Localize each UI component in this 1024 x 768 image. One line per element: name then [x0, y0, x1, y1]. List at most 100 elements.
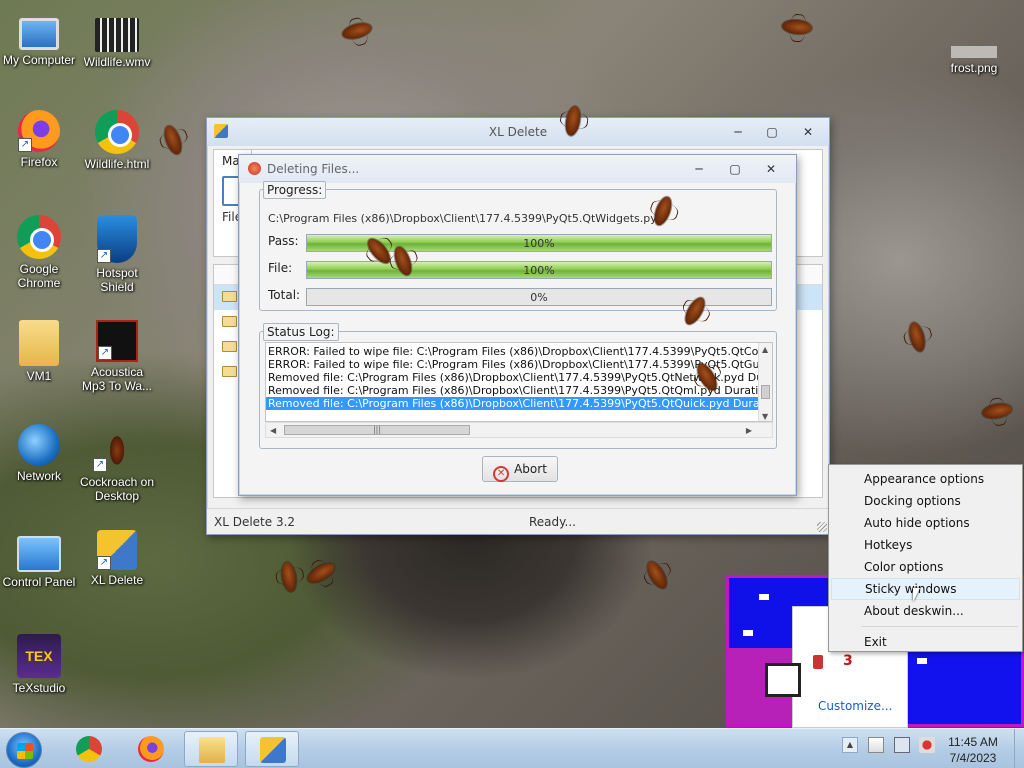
log-line[interactable]: Removed file: C:\Program Files (x86)\Dro…	[266, 384, 772, 397]
close-button[interactable]: ✕	[758, 160, 784, 178]
show-hidden-icons-button[interactable]: ▲	[842, 737, 858, 753]
resize-grip-icon[interactable]	[817, 522, 827, 532]
abort-button[interactable]: ✕ Abort	[482, 456, 558, 482]
status-bar: XL Delete 3.2 Ready...	[207, 508, 829, 534]
taskbar-firefox-button[interactable]	[124, 731, 178, 767]
menu-item-exit[interactable]: Exit	[831, 631, 1020, 653]
vertical-scroll-thumb[interactable]	[761, 385, 770, 399]
mouse-cursor-icon	[913, 588, 920, 602]
desktop-icon-cockroach[interactable]: ↗ Cockroach on Desktop	[78, 424, 156, 503]
deskwin-badge: 3	[843, 653, 853, 669]
desktop-icon-label: Hotspot Shield	[96, 266, 138, 294]
desktop-icon-control-panel[interactable]: Control Panel	[0, 530, 78, 589]
total-label: Total:	[268, 288, 301, 302]
desktop-icon-vm1[interactable]: VM1	[0, 320, 78, 383]
xl-delete-icon	[260, 737, 286, 763]
action-center-flag-icon[interactable]	[867, 737, 884, 753]
desktop-icon-frost[interactable]: frost.png	[935, 22, 1013, 75]
progress-group-label: Progress:	[263, 181, 327, 199]
status-log-group: Status Log: ERROR: Failed to wipe file: …	[259, 323, 777, 449]
desktop-icon-wildlife-wmv[interactable]: Wildlife.wmv	[78, 10, 156, 69]
control-panel-icon	[17, 536, 61, 572]
scroll-left-icon[interactable]: ◀	[270, 426, 276, 435]
desktop-icon-my-computer[interactable]: My Computer	[0, 10, 78, 67]
show-desktop-button[interactable]	[1014, 729, 1024, 768]
menu-separator	[861, 626, 1018, 627]
fire-icon	[248, 162, 261, 175]
maximize-button[interactable]: ▢	[759, 123, 785, 141]
network-tray-icon[interactable]	[893, 737, 910, 753]
scroll-right-icon[interactable]: ▶	[746, 426, 752, 435]
texstudio-icon: TEX	[17, 634, 61, 678]
desktop-icon-acoustica[interactable]: ↗ Acoustica Mp3 To Wa...	[78, 320, 156, 393]
red-shield-icon	[813, 655, 823, 669]
desktop-icon-label: Firefox	[20, 155, 58, 169]
deskwin-window-thumb	[917, 658, 927, 664]
network-icon	[18, 424, 60, 466]
desktop-icon-hotspot-shield[interactable]: ↗ Hotspot Shield	[78, 215, 156, 294]
desktop-icon-label: My Computer	[2, 53, 76, 67]
scroll-down-icon[interactable]: ▼	[762, 412, 768, 421]
folder-icon	[222, 316, 237, 327]
image-file-icon	[951, 46, 997, 58]
taskbar-xl-delete-button[interactable]	[245, 731, 299, 767]
start-button[interactable]	[6, 732, 42, 768]
status-version: XL Delete 3.2	[214, 515, 296, 529]
deleting-files-dialog: Deleting Files... ─ ▢ ✕ Progress: C:\Pro…	[238, 154, 797, 496]
desktop-icon-network[interactable]: Network	[0, 424, 78, 483]
desktop-icon-firefox[interactable]: ↗ Firefox	[0, 110, 78, 169]
log-line-selected[interactable]: Removed file: C:\Program Files (x86)\Dro…	[266, 397, 772, 410]
desktop-icon-xl-delete[interactable]: ↗ XL Delete	[78, 530, 156, 587]
desktop-icon-label: Wildlife.wmv	[83, 55, 151, 69]
close-button[interactable]: ✕	[795, 123, 821, 141]
scroll-up-icon[interactable]: ▲	[762, 345, 768, 354]
shortcut-arrow-icon: ↗	[97, 556, 111, 570]
log-line[interactable]: ERROR: Failed to wipe file: C:\Program F…	[266, 345, 772, 358]
acoustica-icon: ↗	[96, 320, 138, 362]
menu-item-auto-hide-options[interactable]: Auto hide options	[831, 512, 1020, 534]
menu-item-docking-options[interactable]: Docking options	[831, 490, 1020, 512]
minimize-button[interactable]: ─	[686, 160, 712, 178]
horizontal-scroll-thumb[interactable]: |||	[284, 425, 470, 435]
status-text: Ready...	[529, 515, 576, 529]
folder-icon	[222, 341, 237, 352]
folder-icon	[222, 366, 237, 377]
maximize-button[interactable]: ▢	[722, 160, 748, 178]
dialog-titlebar[interactable]: Deleting Files... ─ ▢ ✕	[239, 155, 796, 183]
clock-time: 11:45 AM	[948, 735, 998, 749]
folder-icon	[199, 737, 225, 763]
computer-icon	[19, 18, 59, 50]
shortcut-arrow-icon: ↗	[18, 138, 32, 152]
cockroach-icon	[643, 558, 671, 592]
cockroach-icon	[279, 561, 299, 593]
window-titlebar[interactable]: XL Delete ─ ▢ ✕	[207, 118, 829, 146]
system-tray: ▲	[842, 737, 941, 753]
chrome-icon	[17, 215, 61, 259]
cockroach-icon	[906, 320, 928, 354]
menu-item-hotkeys[interactable]: Hotkeys	[831, 534, 1020, 556]
horizontal-scrollbar[interactable]: ◀ ||| ▶	[265, 422, 773, 438]
customize-link[interactable]: Customize...	[818, 699, 892, 713]
desktop-icon-label: VM1	[26, 369, 52, 383]
taskbar-clock[interactable]: 11:45 AM 7/4/2023	[940, 734, 1006, 766]
file-progress-text: 100%	[523, 264, 555, 277]
desktop-icon-google-chrome[interactable]: Google Chrome	[0, 215, 78, 290]
desktop-icon-texstudio[interactable]: TEX TeXstudio	[0, 634, 78, 695]
vertical-scrollbar[interactable]: ▲ ▼	[758, 343, 772, 421]
taskbar-explorer-button[interactable]	[184, 731, 238, 767]
desktop-icon-label: XL Delete	[90, 573, 144, 587]
menu-item-appearance-options[interactable]: Appearance options	[831, 468, 1020, 490]
abort-label: Abort	[514, 462, 547, 476]
cockroach-icon	[340, 20, 374, 42]
menu-item-about-deskwin[interactable]: About deskwin...	[831, 600, 1020, 622]
folder-icon	[222, 291, 237, 302]
minimize-button[interactable]: ─	[725, 123, 751, 141]
volume-muted-icon[interactable]	[919, 737, 936, 753]
desktop-icon-wildlife-html[interactable]: Wildlife.html	[78, 110, 156, 171]
desktop-icon-label: frost.png	[950, 61, 998, 75]
folder-user-icon	[19, 320, 59, 366]
menu-item-sticky-windows[interactable]: Sticky windows	[831, 578, 1020, 600]
menu-item-color-options[interactable]: Color options	[831, 556, 1020, 578]
xl-delete-icon: ↗	[97, 530, 137, 570]
taskbar-chrome-button[interactable]	[62, 731, 116, 767]
